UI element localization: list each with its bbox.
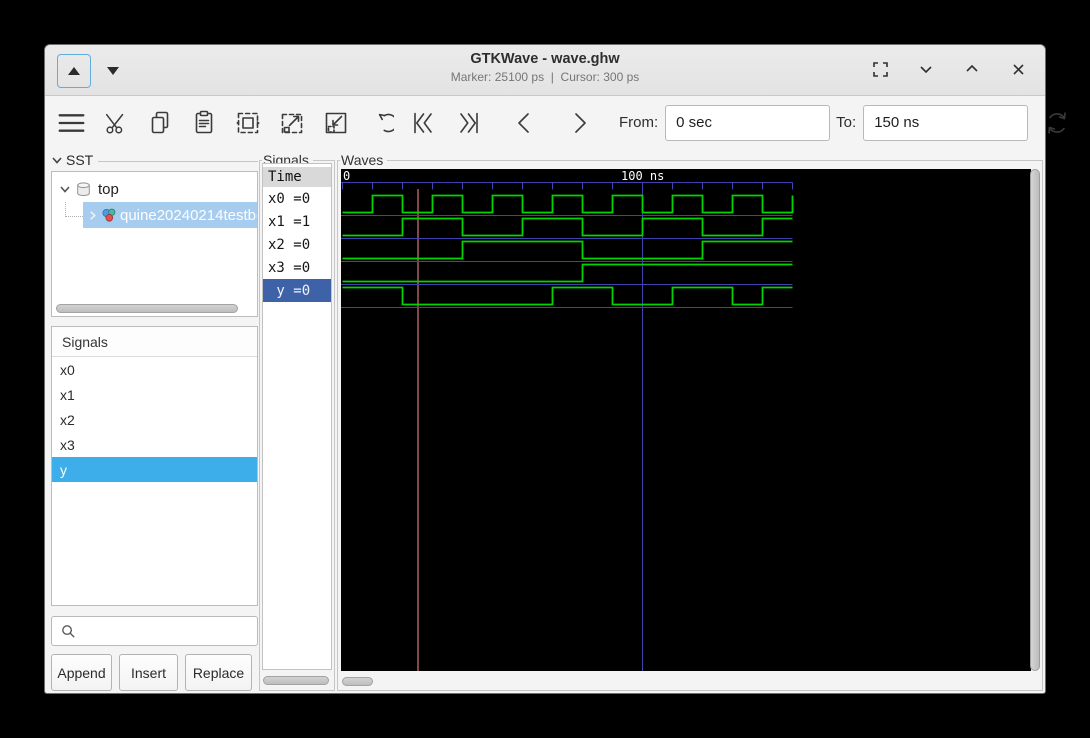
name-row-x3[interactable]: x3 =0 bbox=[263, 256, 331, 279]
chevron-up-icon bbox=[966, 64, 978, 72]
sst-header: SST bbox=[66, 152, 94, 168]
chevron-left-icon bbox=[517, 112, 529, 133]
prev-edge-button[interactable] bbox=[509, 108, 538, 137]
zoom-out-icon bbox=[325, 112, 346, 133]
component-icon bbox=[102, 208, 116, 222]
toolbar: From: To: bbox=[45, 96, 1066, 149]
next-edge-button[interactable] bbox=[565, 108, 594, 137]
signal-names-pane: Signals Time x0 =0 x1 =1 x2 =0 x3 =0 y =… bbox=[259, 152, 335, 691]
waves-hscrollbar-thumb[interactable] bbox=[342, 677, 373, 686]
from-input[interactable] bbox=[665, 104, 831, 141]
hamburger-icon bbox=[58, 113, 85, 132]
search-icon bbox=[62, 624, 75, 638]
zoom-in-button[interactable] bbox=[277, 108, 306, 137]
waves-hscrollbar-track[interactable] bbox=[341, 677, 1031, 686]
from-label: From: bbox=[619, 114, 659, 131]
tree-selected-row[interactable]: quine20240214testbench bbox=[83, 202, 257, 228]
cut-button[interactable] bbox=[101, 108, 130, 137]
tree-hscrollbar-thumb[interactable] bbox=[56, 304, 238, 313]
time-header[interactable]: Time bbox=[263, 167, 331, 187]
tree-root-label: top bbox=[98, 180, 119, 198]
signal-item-x3[interactable]: x3 bbox=[52, 432, 257, 457]
waves-header: Waves bbox=[340, 152, 388, 168]
waves-vscrollbar-thumb[interactable] bbox=[1030, 169, 1040, 671]
maximize-button[interactable] bbox=[961, 58, 983, 80]
minimize-button[interactable] bbox=[915, 58, 937, 80]
undo-icon bbox=[378, 113, 394, 132]
fullscreen-icon bbox=[872, 61, 888, 77]
wave-canvas[interactable]: 0 100 ns bbox=[341, 169, 1031, 671]
svg-text:100 ns: 100 ns bbox=[621, 169, 664, 183]
chevron-down-icon bbox=[920, 66, 932, 74]
signal-item-x0[interactable]: x0 bbox=[52, 357, 257, 382]
signals-listbox: Signals x0 x1 x2 x3 y bbox=[51, 326, 258, 606]
scissors-icon bbox=[105, 113, 123, 133]
paste-icon bbox=[195, 110, 212, 133]
copy-button[interactable] bbox=[145, 108, 174, 137]
close-icon bbox=[1012, 63, 1024, 75]
zoom-fit-button[interactable] bbox=[233, 108, 262, 137]
to-label: To: bbox=[836, 114, 857, 131]
tree-row-testbench[interactable]: quine20240214testbench bbox=[52, 201, 257, 228]
sst-tree: top quine20240214testbench bbox=[51, 171, 258, 317]
frame-line bbox=[98, 160, 258, 162]
reload-button[interactable] bbox=[1042, 108, 1071, 137]
sst-expander[interactable]: SST bbox=[51, 152, 258, 168]
waveform-plot: 0 100 ns bbox=[341, 169, 794, 671]
chevron-right-icon bbox=[574, 112, 586, 133]
insert-button[interactable]: Insert bbox=[119, 654, 178, 691]
name-row-x1[interactable]: x1 =1 bbox=[263, 210, 331, 233]
close-button[interactable] bbox=[1007, 58, 1029, 80]
chevron-down-icon bbox=[60, 186, 70, 193]
replace-button[interactable]: Replace bbox=[185, 654, 252, 691]
signal-item-y[interactable]: y bbox=[52, 457, 257, 482]
reload-icon bbox=[1047, 111, 1066, 134]
menu-button[interactable] bbox=[57, 108, 86, 137]
skip-end-icon bbox=[459, 112, 478, 133]
name-row-x2[interactable]: x2 =0 bbox=[263, 233, 331, 256]
paste-button[interactable] bbox=[189, 108, 218, 137]
titlebar[interactable]: GTKWave - wave.ghw Marker: 25100 ps | Cu… bbox=[45, 45, 1045, 96]
to-input[interactable] bbox=[863, 104, 1029, 141]
gtkwave-window: GTKWave - wave.ghw Marker: 25100 ps | Cu… bbox=[44, 44, 1066, 694]
append-button[interactable]: Append bbox=[51, 654, 112, 691]
skip-start-icon bbox=[413, 112, 432, 133]
signal-names-box: Time x0 =0 x1 =1 x2 =0 x3 =0 y =0 bbox=[262, 163, 332, 670]
fullscreen-button[interactable] bbox=[869, 58, 891, 80]
name-row-y[interactable]: y =0 bbox=[263, 279, 331, 302]
signal-buttons: Append Insert Replace bbox=[51, 654, 258, 691]
waves-pane: Waves 0 100 ns bbox=[337, 152, 1043, 691]
copy-icon bbox=[151, 111, 168, 133]
tree-row-top[interactable]: top bbox=[52, 176, 257, 202]
name-row-x0[interactable]: x0 =0 bbox=[263, 187, 331, 210]
signal-search-field[interactable] bbox=[51, 616, 258, 646]
svg-text:0: 0 bbox=[343, 169, 350, 183]
names-hscrollbar-thumb[interactable] bbox=[263, 676, 329, 685]
chevron-right-icon bbox=[90, 210, 96, 220]
scope-cylinder-icon bbox=[77, 181, 90, 196]
skip-to-end-button[interactable] bbox=[453, 108, 482, 137]
zoom-fit-icon bbox=[235, 112, 260, 133]
tree-guide bbox=[65, 201, 83, 217]
signal-item-x1[interactable]: x1 bbox=[52, 382, 257, 407]
zoom-in-icon bbox=[281, 113, 302, 133]
signals-list-header: Signals bbox=[52, 327, 257, 357]
sst-pane: SST top quine20240214testb Signals x0 x1… bbox=[51, 152, 258, 691]
tree-child-label: quine20240214testbench bbox=[120, 206, 257, 224]
zoom-out-button[interactable] bbox=[321, 108, 350, 137]
skip-to-start-button[interactable] bbox=[409, 108, 438, 137]
undo-button[interactable] bbox=[365, 108, 394, 137]
chevron-down-icon bbox=[52, 157, 62, 164]
signal-item-x2[interactable]: x2 bbox=[52, 407, 257, 432]
